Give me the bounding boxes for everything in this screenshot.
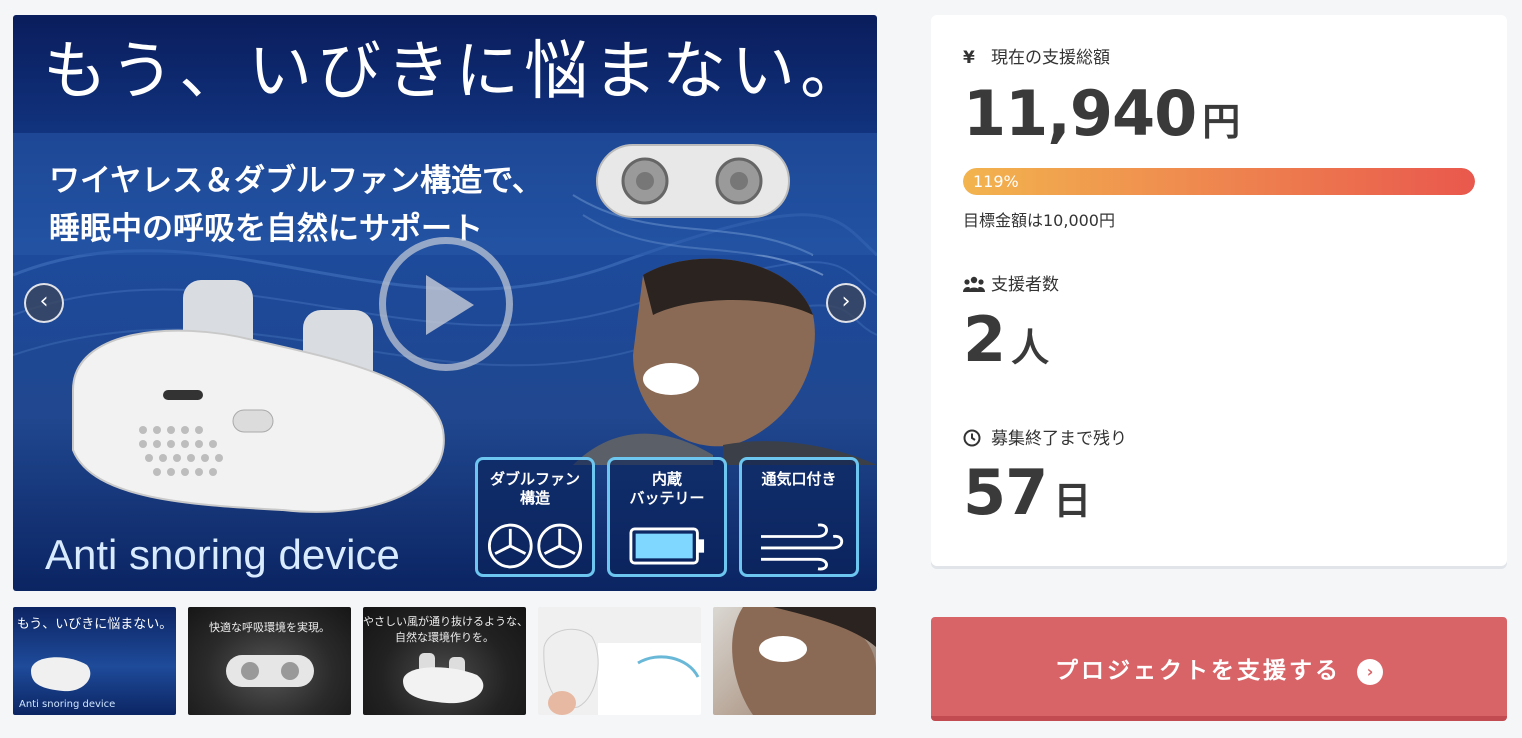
supporters-value: 2人 bbox=[963, 303, 1049, 376]
thumbnail-2[interactable]: 快適な呼吸環境を実現。 bbox=[188, 607, 351, 715]
device-top-illustration bbox=[596, 144, 790, 218]
hero-subline-1: ワイヤレス＆ダブルファン構造で、 bbox=[49, 163, 543, 199]
total-amount-unit: 円 bbox=[1202, 100, 1241, 144]
feature-double-fan: ダブルファン 構造 bbox=[475, 457, 595, 577]
progress-fill bbox=[963, 168, 1475, 195]
device-thumbnail-illustration bbox=[403, 653, 484, 704]
chevron-right-icon: › bbox=[1357, 658, 1383, 685]
progress-percent: 119% bbox=[973, 172, 1019, 191]
hero-bottom-text: Anti snoring device bbox=[45, 531, 400, 578]
thumbnail-strip: もう、いびきに悩まない。 Anti snoring device 快適な呼吸環境… bbox=[13, 607, 877, 715]
main-image[interactable]: もう、いびきに悩まない。 ワイヤレス＆ダブルファン構造で、 睡眠中の呼吸を自然に… bbox=[13, 15, 877, 591]
total-amount-value: 11,940 円 bbox=[963, 77, 1240, 150]
supporters-number: 2 bbox=[963, 303, 1006, 376]
sleeping-man-thumbnail bbox=[732, 607, 876, 715]
hero-headline: もう、いびきに悩まない。 bbox=[43, 35, 870, 109]
thumbnail-1[interactable]: もう、いびきに悩まない。 Anti snoring device bbox=[13, 607, 176, 715]
thumbnail-caption: やさしい風が通り抜けるような、 bbox=[363, 615, 526, 628]
thumbnail-caption-2: 自然な環境作りを。 bbox=[395, 631, 494, 644]
sleeping-man-illustration bbox=[573, 258, 877, 465]
hero-subline-2: 睡眠中の呼吸を自然にサポート bbox=[49, 211, 483, 247]
goal-amount-text: 目標金額は10,000円 bbox=[963, 211, 1115, 230]
battery-icon bbox=[629, 527, 705, 565]
users-icon bbox=[963, 275, 985, 295]
feature-label: ダブルファン 構造 bbox=[489, 470, 580, 507]
total-amount-number: 11,940 bbox=[963, 77, 1197, 150]
support-project-label: プロジェクトを支援する bbox=[1055, 658, 1341, 684]
supporters-label: 支援者数 bbox=[963, 270, 1059, 295]
play-icon[interactable] bbox=[426, 275, 474, 335]
wind-icon bbox=[761, 523, 844, 571]
thumbnail-4[interactable] bbox=[538, 607, 701, 715]
device-thumbnail-illustration bbox=[31, 657, 91, 692]
funding-stats-card: ¥ 現在の支援総額 11,940 円 119% 目標金額は10,000円 支援者数 … bbox=[931, 15, 1507, 566]
remaining-label: 募集終了まで残り bbox=[963, 424, 1127, 449]
thumbnail-caption: もう、いびきに悩まない。 bbox=[16, 617, 173, 632]
device-thumbnail-illustration bbox=[543, 628, 701, 715]
next-slide-button[interactable]: › bbox=[826, 283, 866, 323]
support-project-button[interactable]: プロジェクトを支援する › bbox=[931, 617, 1507, 721]
prev-slide-button[interactable]: ‹ bbox=[24, 283, 64, 323]
feature-vent: 通気口付き bbox=[739, 457, 859, 577]
fan-icon bbox=[487, 523, 583, 569]
feature-battery: 内蔵 バッテリー bbox=[607, 457, 727, 577]
thumbnail-3[interactable]: やさしい風が通り抜けるような、 自然な環境作りを。 bbox=[363, 607, 526, 715]
thumbnail-caption-2: Anti snoring device bbox=[19, 699, 116, 710]
thumbnail-caption: 快適な呼吸環境を実現。 bbox=[209, 621, 330, 634]
yen-icon: ¥ bbox=[963, 48, 975, 68]
remaining-unit: 日 bbox=[1053, 479, 1092, 523]
clock-icon bbox=[963, 429, 985, 449]
supporters-unit: 人 bbox=[1011, 326, 1050, 370]
remaining-number: 57 bbox=[963, 456, 1048, 529]
thumbnail-5[interactable] bbox=[713, 607, 876, 715]
total-amount-label: ¥ 現在の支援総額 bbox=[963, 48, 1110, 68]
device-thumbnail-illustration bbox=[226, 655, 314, 687]
progress-bar bbox=[963, 168, 1475, 195]
feature-label: 通気口付き bbox=[761, 470, 837, 488]
remaining-value: 57 日 bbox=[963, 456, 1091, 529]
feature-label: 内蔵 バッテリー bbox=[629, 470, 705, 507]
